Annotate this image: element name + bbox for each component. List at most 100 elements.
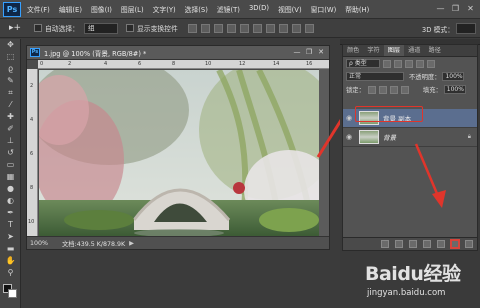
- dodge-tool-icon[interactable]: ◐: [0, 195, 21, 207]
- eye-icon[interactable]: ◉: [343, 114, 355, 122]
- align-center-icon[interactable]: [239, 23, 249, 33]
- doc-restore-button[interactable]: ❐: [304, 48, 314, 57]
- type-tool-icon[interactable]: T: [0, 219, 21, 231]
- panel-tabs: 颜色 字符 图层 通道 路径: [343, 45, 477, 57]
- zoom-tool-icon[interactable]: ⚲: [0, 267, 21, 279]
- distribute-bottom-icon[interactable]: [291, 23, 301, 33]
- menu-items: 文件(F) 编辑(E) 图像(I) 图层(L) 文字(Y) 选择(S) 滤镜(T…: [27, 4, 378, 14]
- layer-style-icon[interactable]: [395, 240, 403, 248]
- align-left-icon[interactable]: [226, 23, 236, 33]
- eyedropper-tool-icon[interactable]: ⁄: [0, 99, 21, 111]
- eraser-tool-icon[interactable]: ▭: [0, 159, 21, 171]
- show-transform-label: 显示变换控件: [136, 25, 178, 33]
- lock-image-icon[interactable]: [378, 85, 387, 94]
- pen-tool-icon[interactable]: ✒: [0, 207, 21, 219]
- menu-filter[interactable]: 滤镜(T): [217, 4, 240, 14]
- zoom-level[interactable]: 100%: [30, 240, 54, 247]
- filter-type-icon[interactable]: [405, 59, 413, 68]
- image-canvas[interactable]: [39, 70, 320, 237]
- restore-button[interactable]: ❐: [450, 3, 461, 14]
- move-tool-icon[interactable]: ✥: [0, 39, 21, 51]
- marquee-tool-icon[interactable]: ⬚: [0, 51, 21, 63]
- vertical-ruler[interactable]: 2 4 6 8 10: [27, 69, 38, 237]
- tab-layers[interactable]: 图层: [383, 45, 405, 56]
- doc-minimize-button[interactable]: —: [292, 48, 302, 57]
- auto-select-checkbox[interactable]: [34, 24, 42, 32]
- move-tool-preset-icon[interactable]: ▸+: [4, 21, 26, 35]
- align-top-icon[interactable]: [187, 23, 197, 33]
- tab-channels[interactable]: 通道: [404, 45, 424, 56]
- menu-edit[interactable]: 编辑(E): [59, 4, 82, 14]
- menu-3d[interactable]: 3D(D): [249, 4, 269, 14]
- fill-label: 填充：: [422, 87, 442, 94]
- tab-paths[interactable]: 路径: [425, 45, 445, 56]
- path-select-tool-icon[interactable]: ➤: [0, 231, 21, 243]
- align-icons: [187, 23, 318, 33]
- lock-position-icon[interactable]: [389, 85, 398, 94]
- blend-mode-dropdown[interactable]: 正常: [346, 72, 404, 81]
- align-middle-icon[interactable]: [200, 23, 210, 33]
- menu-bar: Ps 文件(F) 编辑(E) 图像(I) 图层(L) 文字(Y) 选择(S) 滤…: [0, 0, 480, 19]
- align-bottom-icon[interactable]: [213, 23, 223, 33]
- document-window: Ps 1.jpg @ 100% (背景, RGB/8#) * — ❐ ✕ 0 2…: [26, 45, 330, 250]
- blur-tool-icon[interactable]: ●: [0, 183, 21, 195]
- menu-layer[interactable]: 图层(L): [121, 4, 144, 14]
- link-layers-icon[interactable]: [381, 240, 389, 248]
- close-button[interactable]: ✕: [465, 3, 476, 14]
- filter-adjustment-icon[interactable]: [394, 59, 402, 68]
- lock-label: 锁定：: [346, 87, 365, 94]
- new-group-icon[interactable]: [437, 240, 445, 248]
- distribute-middle-icon[interactable]: [278, 23, 288, 33]
- eye-icon[interactable]: ◉: [343, 133, 355, 141]
- tab-character[interactable]: 字符: [363, 45, 383, 56]
- distribute-top-icon[interactable]: [265, 23, 275, 33]
- quick-select-tool-icon[interactable]: ✎: [0, 75, 21, 87]
- tab-color[interactable]: 颜色: [343, 45, 363, 56]
- menu-help[interactable]: 帮助(H): [345, 4, 369, 14]
- layer-filter-dropdown[interactable]: ρ 类型: [346, 59, 380, 68]
- 3d-mode-label: 3D 模式：: [421, 26, 454, 34]
- opacity-input[interactable]: 100%: [442, 72, 465, 81]
- stamp-tool-icon[interactable]: ⊥: [0, 135, 21, 147]
- filter-pixel-icon[interactable]: [383, 59, 391, 68]
- lock-transparent-icon[interactable]: [367, 85, 376, 94]
- hand-tool-icon[interactable]: ✋: [0, 255, 21, 267]
- distribute-left-icon[interactable]: [304, 23, 314, 33]
- adjustment-layer-icon[interactable]: [423, 240, 431, 248]
- horizontal-ruler[interactable]: 0 2 4 6 8 10 12 14 16: [38, 60, 329, 69]
- document-info: 文档:439.5 K/878.9K: [62, 240, 126, 248]
- crop-tool-icon[interactable]: ⌗: [0, 87, 21, 99]
- menu-view[interactable]: 视图(V): [278, 4, 302, 14]
- filter-shape-icon[interactable]: [416, 59, 424, 68]
- doc-close-button[interactable]: ✕: [316, 48, 326, 57]
- workspace-dropdown[interactable]: [456, 23, 476, 34]
- minimize-button[interactable]: —: [435, 3, 446, 14]
- document-titlebar[interactable]: Ps 1.jpg @ 100% (背景, RGB/8#) * — ❐ ✕: [27, 46, 329, 60]
- menu-window[interactable]: 窗口(W): [311, 4, 337, 14]
- new-layer-icon[interactable]: [451, 240, 459, 248]
- layer-mask-icon[interactable]: [409, 240, 417, 248]
- menu-select[interactable]: 选择(S): [185, 4, 208, 14]
- background-color-swatch[interactable]: [8, 289, 17, 298]
- menu-image[interactable]: 图像(I): [91, 4, 112, 14]
- lock-all-icon[interactable]: [400, 85, 409, 94]
- gradient-tool-icon[interactable]: ▦: [0, 171, 21, 183]
- window-controls: — ❐ ✕: [431, 3, 476, 14]
- menu-type[interactable]: 文字(Y): [153, 4, 176, 14]
- shape-tool-icon[interactable]: ▬: [0, 243, 21, 255]
- auto-select-label: 自动选择：: [45, 25, 79, 33]
- photoshop-logo: Ps: [3, 1, 21, 17]
- status-menu-arrow-icon[interactable]: ▶: [129, 240, 134, 247]
- fill-input[interactable]: 100%: [443, 85, 466, 94]
- lasso-tool-icon[interactable]: ϱ: [0, 63, 21, 75]
- brush-tool-icon[interactable]: ✐: [0, 123, 21, 135]
- align-right-icon[interactable]: [252, 23, 262, 33]
- delete-layer-icon[interactable]: [465, 240, 473, 248]
- healing-tool-icon[interactable]: ✚: [0, 111, 21, 123]
- menu-file[interactable]: 文件(F): [27, 4, 50, 14]
- filter-smart-object-icon[interactable]: [427, 59, 435, 68]
- auto-select-dropdown[interactable]: 组: [83, 22, 118, 34]
- show-transform-checkbox[interactable]: [125, 24, 134, 32]
- landscape-photo: [39, 70, 320, 237]
- history-brush-tool-icon[interactable]: ↺: [0, 147, 21, 159]
